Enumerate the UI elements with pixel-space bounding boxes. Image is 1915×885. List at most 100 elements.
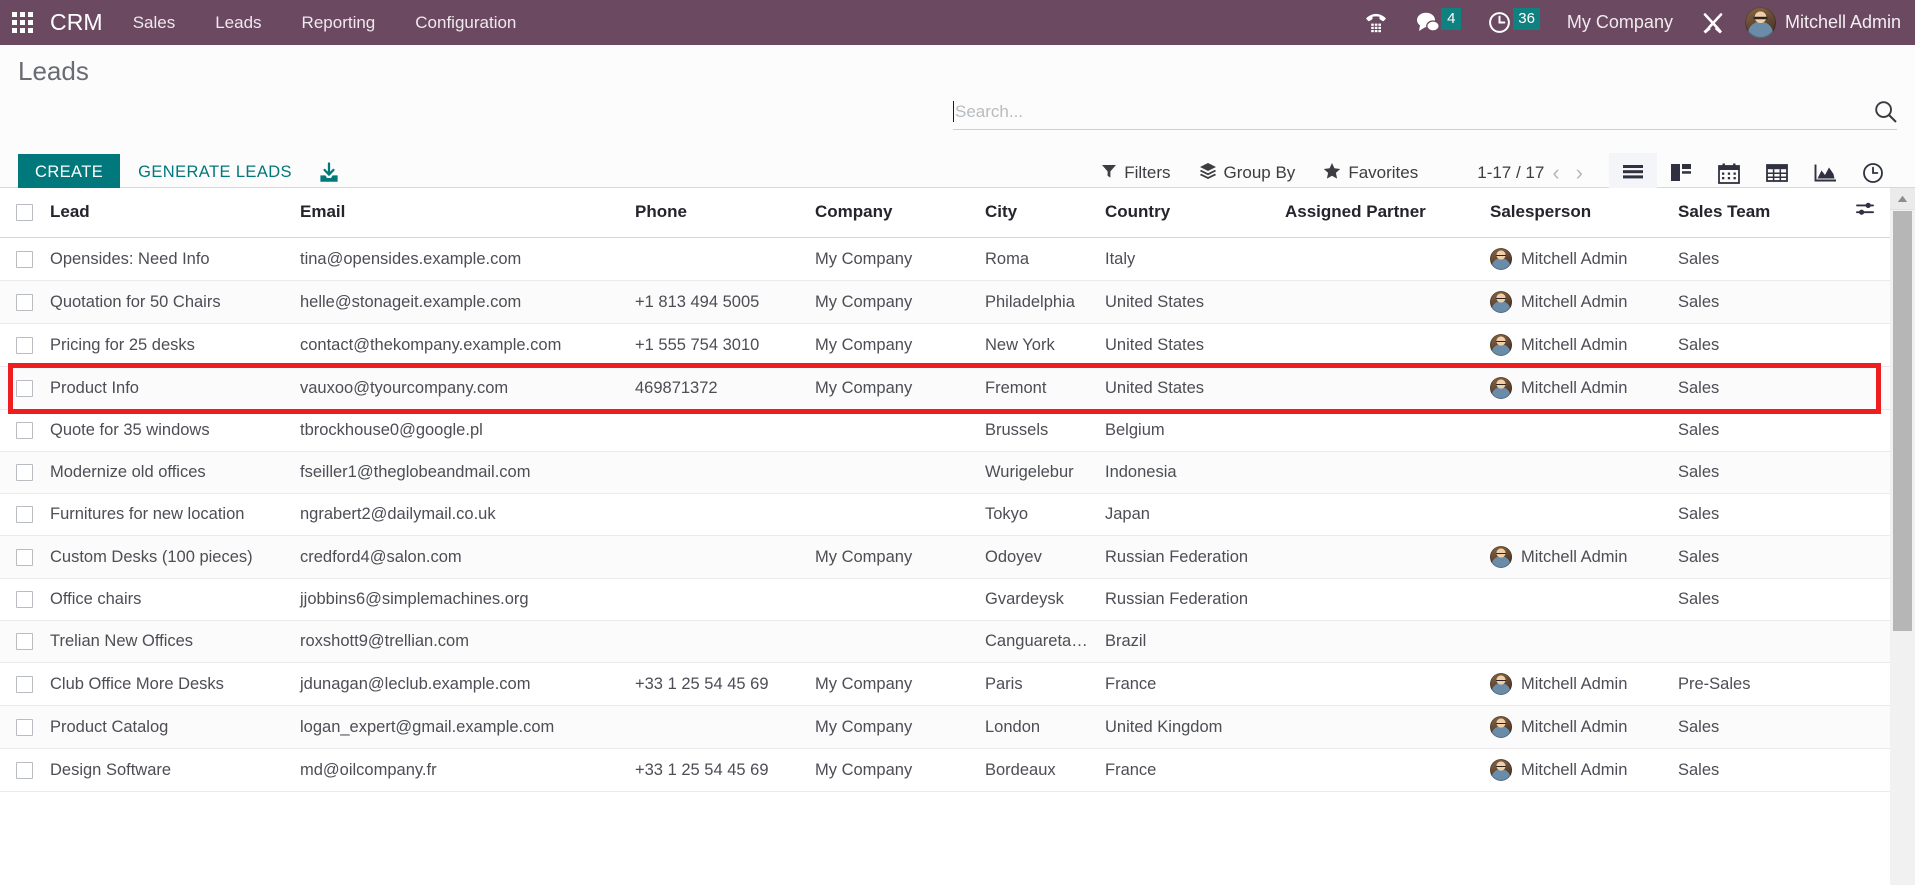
row-select-cell (0, 535, 42, 579)
column-header-company[interactable]: Company (807, 188, 977, 238)
menu-item-configuration[interactable]: Configuration (395, 0, 536, 45)
cell-assigned-partner (1277, 323, 1482, 367)
kanban-view-icon[interactable] (1657, 153, 1705, 193)
column-header-city[interactable]: City (977, 188, 1097, 238)
filters-label: Filters (1124, 163, 1171, 182)
cell-city: Tokyo (977, 493, 1097, 536)
column-header-lead[interactable]: Lead (42, 188, 292, 238)
voip-phone-icon[interactable] (1350, 0, 1402, 45)
column-settings-icon[interactable] (1855, 200, 1875, 218)
menu-item-reporting[interactable]: Reporting (282, 0, 396, 45)
menu-item-leads[interactable]: Leads (195, 0, 281, 45)
menu-item-sales[interactable]: Sales (113, 0, 196, 45)
vertical-scrollbar[interactable] (1890, 188, 1915, 885)
table-row[interactable]: Custom Desks (100 pieces) credford4@salon… (0, 535, 1895, 579)
row-checkbox[interactable] (16, 506, 33, 524)
row-checkbox[interactable] (16, 336, 33, 354)
row-checkbox[interactable] (16, 761, 33, 779)
table-row[interactable]: Modernize old offices fseiller1@theglobea… (0, 451, 1895, 494)
cell-salesperson (1482, 409, 1670, 452)
cell-company: My Company (807, 323, 977, 367)
user-menu[interactable]: Mitchell Admin (1739, 7, 1901, 38)
row-checkbox[interactable] (16, 293, 33, 311)
row-checkbox[interactable] (16, 675, 33, 693)
table-row[interactable]: Opensides: Need Info tina@opensides.examp… (0, 237, 1895, 281)
table-row[interactable]: Design Software md@oilcompany.fr +33 1 25 … (0, 748, 1895, 792)
table-row[interactable]: Club Office More Desks jdunagan@leclub.ex… (0, 662, 1895, 706)
filters-dropdown[interactable]: Filters (1087, 157, 1184, 190)
favorites-dropdown[interactable]: Favorites (1309, 156, 1432, 191)
column-header-sales-team[interactable]: Sales Team (1670, 188, 1835, 238)
chevron-right-icon[interactable]: › (1568, 162, 1591, 184)
search-magnifier-icon[interactable] (1864, 100, 1897, 123)
chevron-left-icon[interactable]: ‹ (1544, 162, 1567, 184)
row-checkbox[interactable] (16, 718, 33, 736)
column-header-email[interactable]: Email (292, 188, 627, 238)
graph-view-icon[interactable] (1801, 153, 1849, 193)
cell-lead: Modernize old offices (42, 451, 292, 494)
activity-clock-view-icon[interactable] (1849, 153, 1897, 193)
row-checkbox[interactable] (16, 379, 33, 397)
row-checkbox[interactable] (16, 591, 33, 609)
cell-sales-team: Sales (1670, 748, 1835, 792)
cell-assigned-partner (1277, 409, 1482, 452)
scroll-up-arrow-icon[interactable] (1890, 188, 1915, 210)
table-row[interactable]: Trelian New Offices roxshott9@trellian.co… (0, 620, 1895, 663)
pager-range[interactable]: 1-17 / 17 (1477, 163, 1544, 183)
table-row[interactable]: Product Info vauxoo@tyourcompany.com 46987… (0, 366, 1895, 410)
generate-leads-button[interactable]: GENERATE LEADS (124, 154, 306, 192)
column-header-country[interactable]: Country (1097, 188, 1277, 238)
app-brand-crm[interactable]: CRM (46, 9, 113, 36)
column-header-assigned-partner[interactable]: Assigned Partner (1277, 188, 1482, 238)
cell-sales-team: Sales (1670, 535, 1835, 579)
messaging-chat-icon[interactable]: 4 (1402, 0, 1474, 45)
cell-salesperson: Mitchell Admin (1482, 535, 1670, 579)
search-input[interactable] (955, 101, 1864, 122)
search-text-caret (953, 101, 954, 122)
cell-country: United States (1097, 280, 1277, 324)
scrollbar-thumb[interactable] (1893, 211, 1912, 631)
list-view-icon[interactable] (1609, 153, 1657, 193)
column-header-salesperson[interactable]: Salesperson (1482, 188, 1670, 238)
cell-city: New York (977, 323, 1097, 367)
table-row[interactable]: Product Catalog logan_expert@gmail.exampl… (0, 705, 1895, 749)
cell-salesperson: Mitchell Admin (1482, 237, 1670, 281)
cell-sales-team: Sales (1670, 578, 1835, 621)
table-row[interactable]: Quote for 35 windows tbrockhouse0@google.… (0, 409, 1895, 452)
create-button[interactable]: CREATE (18, 154, 121, 192)
leads-list-view: Lead Email Phone Company City Country As… (0, 188, 1915, 885)
row-checkbox[interactable] (16, 250, 33, 268)
cell-salesperson: Mitchell Admin (1482, 662, 1670, 706)
row-checkbox[interactable] (16, 464, 33, 482)
table-row[interactable]: Furnitures for new location ngrabert2@dai… (0, 493, 1895, 536)
row-checkbox[interactable] (16, 548, 33, 566)
tools-wrench-icon[interactable] (1687, 0, 1739, 45)
select-all-checkbox[interactable] (16, 203, 33, 221)
import-download-icon[interactable] (310, 156, 348, 190)
row-checkbox[interactable] (16, 422, 33, 440)
table-row[interactable]: Pricing for 25 desks contact@thekompany.e… (0, 323, 1895, 367)
cell-company: My Company (807, 280, 977, 324)
pivot-view-icon[interactable] (1753, 153, 1801, 193)
calendar-view-icon[interactable] (1705, 153, 1753, 193)
group-by-dropdown[interactable]: Group By (1185, 156, 1310, 191)
cell-email: jdunagan@leclub.example.com (292, 662, 627, 706)
activities-clock-icon[interactable]: 36 (1474, 0, 1553, 45)
column-header-phone[interactable]: Phone (627, 188, 807, 238)
cell-city: Fremont (977, 366, 1097, 410)
cell-phone (627, 451, 807, 494)
cell-email: md@oilcompany.fr (292, 748, 627, 792)
company-switcher[interactable]: My Company (1553, 12, 1687, 33)
avatar (1744, 7, 1776, 38)
table-row[interactable]: Office chairs jjobbins6@simplemachines.or… (0, 578, 1895, 621)
cell-lead: Office chairs (42, 578, 292, 621)
cell-country: United States (1097, 323, 1277, 367)
search-bar[interactable] (953, 100, 1897, 130)
cell-email: tina@opensides.example.com (292, 237, 627, 281)
avatar (1490, 716, 1512, 738)
apps-grid-icon[interactable] (0, 0, 46, 45)
group-by-layers-icon (1199, 162, 1217, 185)
row-checkbox[interactable] (16, 633, 33, 651)
row-select-cell (0, 366, 42, 410)
table-row[interactable]: Quotation for 50 Chairs helle@stonageit.e… (0, 280, 1895, 324)
